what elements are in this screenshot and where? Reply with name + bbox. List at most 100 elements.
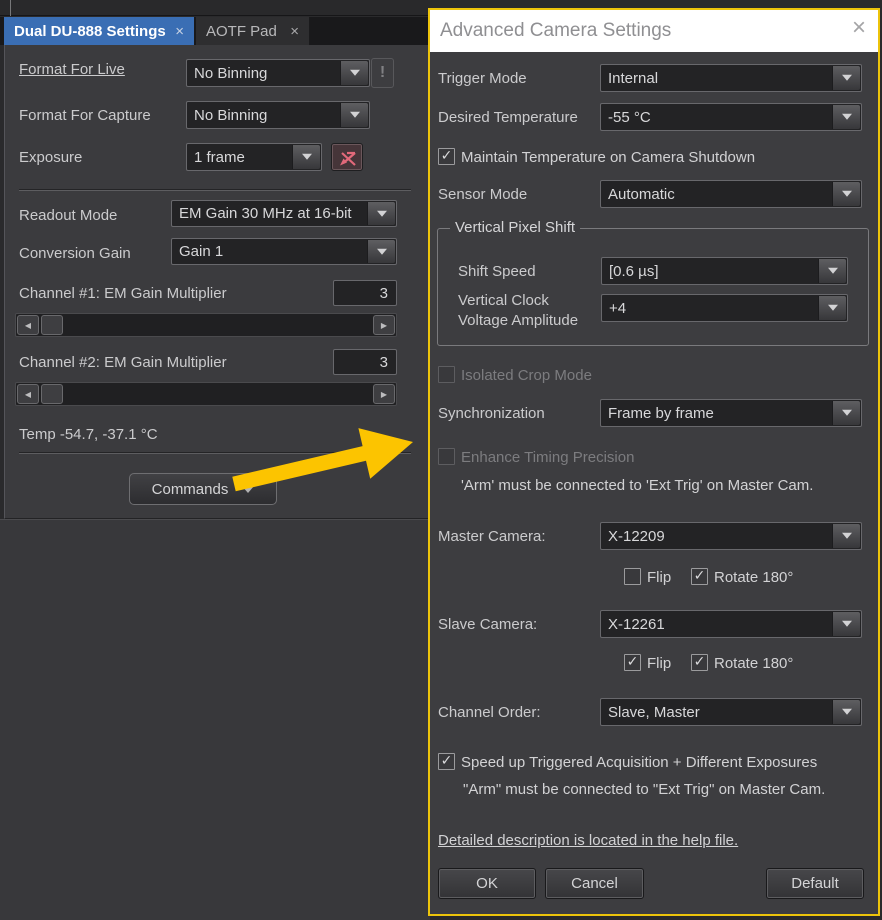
chevron-down-icon xyxy=(349,69,360,81)
synchronization-label: Synchronization xyxy=(438,405,545,422)
channel1-em-gain-value[interactable]: 3 xyxy=(333,280,397,306)
vertical-clock-voltage-dropdown[interactable]: +4 xyxy=(601,294,848,322)
cancel-exposure-button[interactable] xyxy=(331,143,363,171)
dialog-title-bar[interactable]: Advanced Camera Settings × xyxy=(430,10,878,52)
master-rotate-checkbox[interactable]: ✓ xyxy=(691,568,708,585)
isolated-crop-mode-checkbox xyxy=(438,366,455,383)
default-button-label: Default xyxy=(791,875,839,892)
desired-temperature-dropdown[interactable]: -55 °C xyxy=(600,103,862,131)
shift-speed-dropdown[interactable]: [0.6 µs] xyxy=(601,257,848,285)
dropdown-value: Slave, Master xyxy=(608,703,700,721)
chevron-down-icon xyxy=(827,267,838,279)
dropdown-button[interactable] xyxy=(292,145,320,169)
maintain-temperature-checkbox[interactable]: ✓ xyxy=(438,148,455,165)
channel2-em-gain-slider[interactable]: ◀ ▶ xyxy=(15,382,397,406)
conversion-gain-dropdown[interactable]: Gain 1 xyxy=(171,238,397,265)
master-flip-label: Flip xyxy=(647,569,672,586)
exposure-label: Exposure xyxy=(19,149,83,166)
dropdown-button[interactable] xyxy=(832,182,860,206)
slave-camera-dropdown[interactable]: X-12261 xyxy=(600,610,862,638)
trigger-mode-label: Trigger Mode xyxy=(438,70,527,87)
master-camera-dropdown[interactable]: X-12209 xyxy=(600,522,862,550)
default-button[interactable]: Default xyxy=(766,868,864,899)
slave-flip-label: Flip xyxy=(647,655,672,672)
slider-thumb[interactable] xyxy=(41,384,63,404)
check-icon: ✓ xyxy=(693,567,706,584)
commands-button-label: Commands xyxy=(151,480,229,498)
dropdown-button[interactable] xyxy=(832,524,860,548)
annotation-arrow xyxy=(232,428,413,492)
exposure-dropdown[interactable]: 1 frame xyxy=(186,143,322,171)
advanced-camera-settings-dialog: Advanced Camera Settings × Trigger Mode … xyxy=(428,8,880,916)
readout-mode-dropdown[interactable]: EM Gain 30 MHz at 16-bit xyxy=(171,200,397,227)
help-file-link[interactable]: Detailed description is located in the h… xyxy=(438,832,738,849)
tab-label: AOTF Pad xyxy=(206,22,277,40)
dropdown-button[interactable] xyxy=(367,202,395,225)
synchronization-dropdown[interactable]: Frame by frame xyxy=(600,399,862,427)
slave-rotate-checkbox[interactable]: ✓ xyxy=(691,654,708,671)
dropdown-value: [0.6 µs] xyxy=(609,262,659,280)
close-icon[interactable]: × xyxy=(852,16,866,40)
slider-left-arrow[interactable]: ◀ xyxy=(17,384,39,404)
tab-dual-du888-settings[interactable]: Dual DU-888 Settings × xyxy=(4,17,194,45)
channel2-em-gain-value[interactable]: 3 xyxy=(333,349,397,375)
format-for-capture-dropdown[interactable]: No Binning xyxy=(186,101,370,129)
dropdown-value: No Binning xyxy=(194,64,268,82)
enhance-timing-precision-label: Enhance Timing Precision xyxy=(461,449,635,466)
slider-right-arrow[interactable]: ▶ xyxy=(373,384,395,404)
format-for-live-dropdown[interactable]: No Binning xyxy=(186,59,370,87)
master-flip-checkbox[interactable] xyxy=(624,568,641,585)
ok-button[interactable]: OK xyxy=(438,868,536,899)
dropdown-button[interactable] xyxy=(340,103,368,127)
check-icon: ✓ xyxy=(440,147,453,164)
chevron-down-icon xyxy=(841,532,852,544)
check-icon: ✓ xyxy=(440,752,453,769)
close-icon[interactable]: × xyxy=(290,24,299,39)
dropdown-button[interactable] xyxy=(367,240,395,263)
cancel-button[interactable]: Cancel xyxy=(545,868,644,899)
dropdown-button[interactable] xyxy=(832,66,860,90)
chevron-down-icon xyxy=(301,153,312,165)
sensor-mode-dropdown[interactable]: Automatic xyxy=(600,180,862,208)
top-toolbar-strip xyxy=(0,0,430,16)
channel1-em-gain-label: Channel #1: EM Gain Multiplier xyxy=(19,285,227,302)
slider-left-arrow[interactable]: ◀ xyxy=(17,315,39,335)
chevron-down-icon xyxy=(841,708,852,720)
chevron-down-icon xyxy=(349,111,360,123)
slider-thumb[interactable] xyxy=(41,315,63,335)
slider-right-arrow[interactable]: ▶ xyxy=(373,315,395,335)
red-crossed-arrow-icon xyxy=(340,151,356,166)
chevron-down-icon xyxy=(841,620,852,632)
dropdown-value: +4 xyxy=(609,299,627,317)
chevron-down-icon xyxy=(841,74,852,86)
dialog-title: Advanced Camera Settings xyxy=(440,20,672,41)
arm-connection-note-2: "Arm" must be connected to "Ext Trig" on… xyxy=(463,781,826,798)
channel1-em-gain-slider[interactable]: ◀ ▶ xyxy=(15,313,397,337)
check-icon: ✓ xyxy=(693,653,706,670)
vertical-clock-voltage-label: Vertical Clock Voltage Amplitude xyxy=(458,292,579,329)
close-icon[interactable]: × xyxy=(175,24,184,39)
speedup-triggered-label: Speed up Triggered Acquisition + Differe… xyxy=(461,754,818,771)
dropdown-button[interactable] xyxy=(832,700,860,724)
dropdown-value: 1 frame xyxy=(194,148,245,166)
vertical-pixel-shift-group: Vertical Pixel Shift Shift Speed [0.6 µs… xyxy=(437,219,869,346)
dropdown-value: EM Gain 30 MHz at 16-bit xyxy=(179,205,352,222)
warning-button[interactable]: ! xyxy=(371,58,394,88)
dropdown-button[interactable] xyxy=(832,612,860,636)
channel-order-dropdown[interactable]: Slave, Master xyxy=(600,698,862,726)
dropdown-button[interactable] xyxy=(340,61,368,85)
dropdown-button[interactable] xyxy=(832,105,860,129)
dropdown-button[interactable] xyxy=(818,296,846,320)
dropdown-value: Automatic xyxy=(608,185,675,203)
check-icon: ✓ xyxy=(626,653,639,670)
chevron-down-icon xyxy=(841,409,852,421)
slave-flip-checkbox[interactable]: ✓ xyxy=(624,654,641,671)
trigger-mode-dropdown[interactable]: Internal xyxy=(600,64,862,92)
tab-aotf-pad[interactable]: AOTF Pad × xyxy=(196,17,310,45)
speedup-triggered-checkbox[interactable]: ✓ xyxy=(438,753,455,770)
group-title: Vertical Pixel Shift xyxy=(450,219,581,236)
dropdown-button[interactable] xyxy=(832,401,860,425)
chevron-down-icon xyxy=(827,304,838,316)
conversion-gain-label: Conversion Gain xyxy=(19,245,131,262)
dropdown-button[interactable] xyxy=(818,259,846,283)
